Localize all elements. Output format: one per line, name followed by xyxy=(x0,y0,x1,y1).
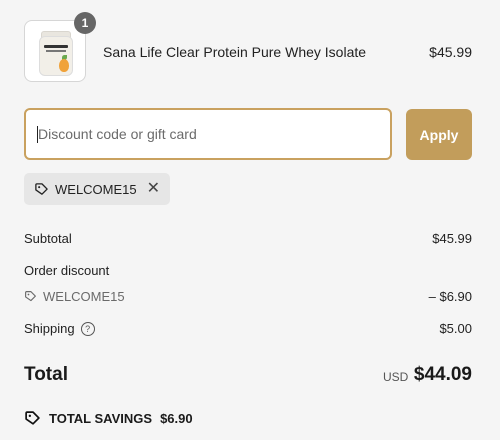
discount-value: – $6.90 xyxy=(428,289,472,304)
text-caret xyxy=(37,126,38,143)
protein-jar-image xyxy=(39,36,73,76)
total-label: Total xyxy=(24,364,68,385)
order-discount-label: Order discount xyxy=(24,263,110,278)
tag-icon xyxy=(35,182,48,195)
product-price: $45.99 xyxy=(429,44,472,60)
discount-code-row: WELCOME15 xyxy=(24,289,125,304)
savings-value: $6.90 xyxy=(160,411,193,426)
shipping-row: Shipping? xyxy=(24,321,95,337)
discount-code-label: WELCOME15 xyxy=(43,289,125,304)
discount-code-input[interactable] xyxy=(24,108,392,160)
shipping-value: $5.00 xyxy=(439,321,472,336)
subtotal-label: Subtotal xyxy=(24,231,72,246)
applied-code-chip: WELCOME15 ✕ xyxy=(24,173,170,205)
savings-label: TOTAL SAVINGS xyxy=(49,411,153,426)
apply-button[interactable]: Apply xyxy=(406,109,472,160)
total-savings: TOTAL SAVINGS $6.90 xyxy=(24,410,193,427)
total-amount: $44.09 xyxy=(413,364,472,385)
shipping-label: Shipping xyxy=(24,321,75,336)
remove-code-icon[interactable]: ✕ xyxy=(147,181,160,197)
total-currency: USD xyxy=(383,370,409,384)
quantity-badge: 1 xyxy=(74,12,96,34)
help-icon[interactable]: ? xyxy=(80,321,95,336)
applied-code-label: WELCOME15 xyxy=(55,181,137,197)
product-name: Sana Life Clear Protein Pure Whey Isolat… xyxy=(103,44,367,60)
pineapple-icon xyxy=(59,59,69,72)
tag-icon xyxy=(25,291,36,302)
subtotal-value: $45.99 xyxy=(432,231,472,246)
tag-icon xyxy=(25,411,40,425)
